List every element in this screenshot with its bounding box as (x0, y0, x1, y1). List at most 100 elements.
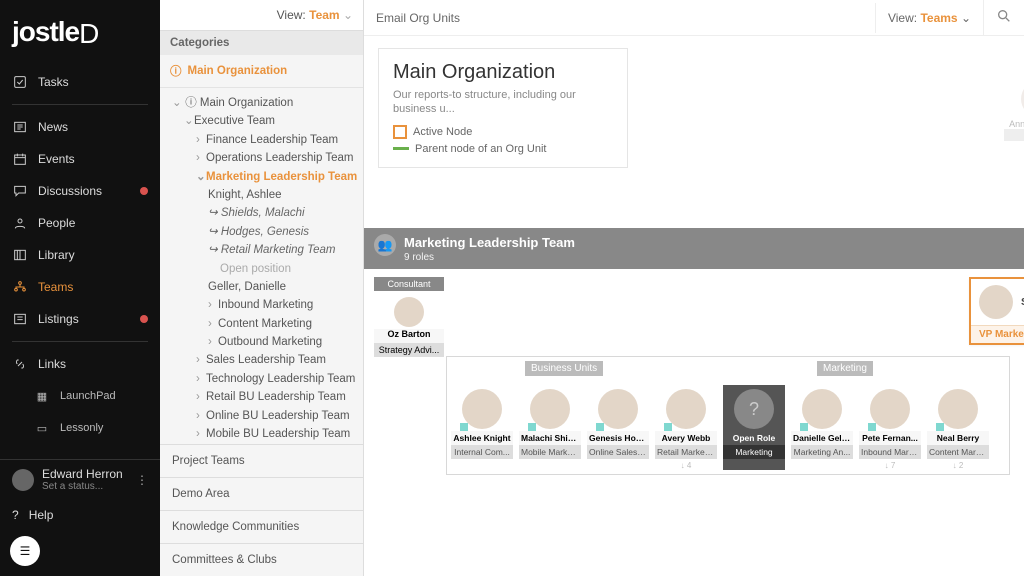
tree-node[interactable]: ›Finance Leadership Team (166, 131, 363, 149)
status-dot-icon (460, 423, 468, 431)
person-name: Genesis Hod... (587, 431, 649, 445)
checkbox-icon (12, 74, 28, 90)
line-icon (393, 147, 409, 150)
lead-card[interactable]: Suzanne Edison VP Marketing (969, 277, 1024, 345)
team-roles: 9 roles (404, 252, 575, 263)
org-icon (12, 279, 28, 295)
tree-node[interactable]: ↪ Shields, Malachi (166, 204, 363, 222)
info-subtitle: Our reports-to structure, including our … (393, 88, 613, 117)
nav-listings[interactable]: Listings (0, 303, 160, 335)
square-icon (393, 125, 407, 139)
person-card[interactable]: Avery WebbRetail Marketi...↓ 4 (655, 385, 717, 470)
person-name: Open Role (723, 431, 785, 445)
nav-label: Tasks (38, 75, 69, 89)
tree-node[interactable]: Open position (166, 260, 363, 278)
section-project-teams[interactable]: Project Teams (160, 444, 363, 477)
avatar (530, 389, 570, 429)
nav-teams[interactable]: Teams (0, 271, 160, 303)
person-card[interactable]: Ashlee KnightInternal Com... (451, 385, 513, 470)
open-role-card[interactable]: ?Open RoleMarketing (723, 385, 785, 470)
status-dot-icon (596, 423, 604, 431)
child-count: ↓ 7 (859, 461, 921, 470)
consultant-card[interactable]: Consultant Oz Barton Strategy Advi... (374, 277, 444, 357)
tree-node[interactable]: ↪ Retail Marketing Team (166, 241, 363, 259)
nav-people[interactable]: People (0, 207, 160, 239)
person-card[interactable]: Genesis Hod...Online Sales &... (587, 385, 649, 470)
nav-link-launchpad[interactable]: ▦LaunchPad (0, 380, 160, 412)
avatar (12, 469, 34, 491)
tree-node[interactable]: ›Technology Leadership Team (166, 370, 363, 388)
nav-label: Listings (38, 312, 79, 326)
avatar (938, 389, 978, 429)
child-count: ↓ 2 (927, 461, 989, 470)
people-icon (12, 215, 28, 231)
nav-tasks[interactable]: Tasks (0, 66, 160, 98)
library-icon (12, 247, 28, 263)
tree-node-selected[interactable]: ⌄Marketing Leadership Team (166, 168, 363, 186)
chat-icon (12, 183, 28, 199)
org-tree: ⌄ ⓘ Main Organization ⌄Executive Team ›F… (160, 88, 363, 444)
book-icon: ▭ (34, 420, 50, 436)
ancestor-node[interactable]: Annie Jeffers... CEO (1004, 81, 1024, 141)
section-knowledge[interactable]: Knowledge Communities (160, 510, 363, 543)
person-role: Marketing (723, 445, 785, 459)
nav-library[interactable]: Library (0, 239, 160, 271)
child-count: ↓ 4 (655, 461, 717, 470)
avatar (666, 389, 706, 429)
legend-active: Active Node (393, 125, 613, 139)
tree-node[interactable]: ›Operations Leadership Team (166, 149, 363, 167)
section-committees[interactable]: Committees & Clubs (160, 543, 363, 576)
section-demo-area[interactable]: Demo Area (160, 477, 363, 510)
person-name: Pete Fernan... (859, 431, 921, 445)
nav-label: Discussions (38, 184, 102, 198)
chevron-down-icon: ⌄ (961, 11, 971, 25)
status-dot-icon (936, 423, 944, 431)
nav-label: Help (29, 508, 54, 522)
nav-link-lessonly[interactable]: ▭Lessonly (0, 412, 160, 444)
main-view-selector[interactable]: View: Teams ⌄ (876, 3, 983, 33)
nav-links[interactable]: Links (0, 348, 160, 380)
person-role: Retail Marketi... (655, 445, 717, 459)
view-selector[interactable]: View: Team ⌄ (160, 0, 363, 31)
nav-help[interactable]: ? Help (0, 500, 160, 530)
nav-label: People (38, 216, 75, 230)
person-card[interactable]: Pete Fernan...Inbound Mark...↓ 7 (859, 385, 921, 470)
categories-header: Categories (160, 31, 363, 55)
tree-node[interactable]: ›Outbound Marketing (166, 333, 363, 351)
nav-news[interactable]: News (0, 111, 160, 143)
group-label-marketing: Marketing (817, 361, 873, 376)
person-card[interactable]: Malachi Shie...Mobile Marke... (519, 385, 581, 470)
tree-node[interactable]: ›Content Marketing (166, 315, 363, 333)
info-card: Main Organization Our reports-to structu… (378, 48, 628, 168)
tree-node[interactable]: ⌄ ⓘ Main Organization (166, 94, 363, 112)
main-org-header[interactable]: ⓘ Main Organization (160, 55, 363, 88)
tree-node[interactable]: ›Retail BU Leadership Team (166, 388, 363, 406)
tree-node[interactable]: ›Mobile BU Leadership Team (166, 425, 363, 443)
reader-icon[interactable]: ☰ (10, 536, 40, 566)
listings-icon (12, 311, 28, 327)
search-icon[interactable] (983, 0, 1024, 35)
person-card[interactable]: Danielle GellerMarketing An... (791, 385, 853, 470)
tree-node[interactable]: ↪ Hodges, Genesis (166, 223, 363, 241)
tree-node[interactable]: ›Sales Leadership Team (166, 351, 363, 369)
consultant-header: Consultant (374, 277, 444, 291)
help-icon: ? (12, 508, 19, 522)
nav-discussions[interactable]: Discussions (0, 175, 160, 207)
person-role: Strategy Advi... (374, 343, 444, 357)
tree-node[interactable]: Geller, Danielle (166, 278, 363, 296)
person-card[interactable]: Neal BerryContent Mark...↓ 2 (927, 385, 989, 470)
nav-label: Library (38, 248, 75, 262)
avatar (979, 285, 1013, 319)
user-row[interactable]: Edward Herron Set a status... ⋮ (0, 459, 160, 500)
tree-node[interactable]: ⌄Executive Team (166, 112, 363, 130)
more-icon[interactable]: ⋮ (136, 473, 148, 487)
org-grid: Business Units Marketing Ashlee KnightIn… (446, 356, 1010, 475)
brand-logo: jostleD (0, 0, 160, 66)
tree-node[interactable]: ›Online BU Leadership Team (166, 407, 363, 425)
nav-label: Teams (38, 280, 73, 294)
tree-node[interactable]: Knight, Ashlee (166, 186, 363, 204)
status-dot-icon (800, 423, 808, 431)
person-role: Online Sales &... (587, 445, 649, 459)
tree-node[interactable]: ›Inbound Marketing (166, 296, 363, 314)
nav-events[interactable]: Events (0, 143, 160, 175)
